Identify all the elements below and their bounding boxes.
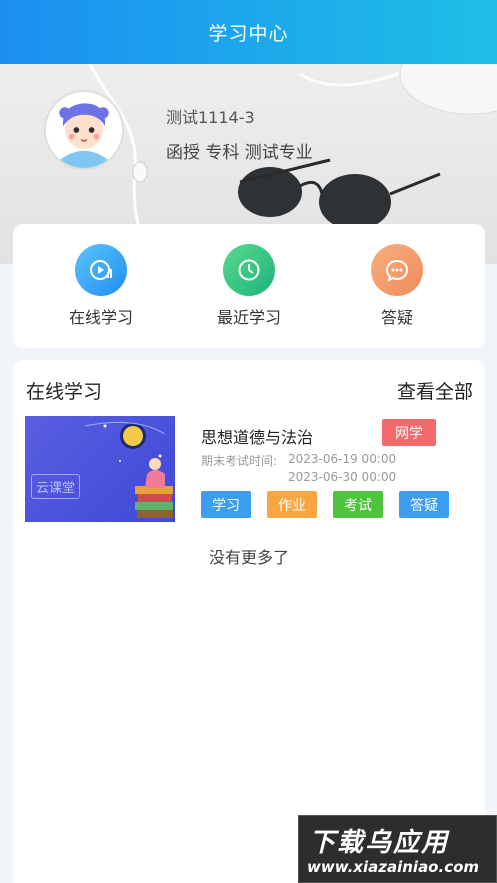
avatar[interactable] [44,90,124,170]
quick-recent-study-label: 最近学习 [216,308,281,327]
course-card[interactable]: 云课堂 思想道德与法治 网学 期末考试时间: 2023-06-19 00:00 … [25,416,475,522]
course-actions: 学习 作业 考试 答疑 [201,491,465,518]
avatar-cartoon-icon [46,92,122,168]
quick-qa-label: 答疑 [380,308,413,327]
quick-online-study-label: 在线学习 [68,308,133,327]
exam-button[interactable]: 考试 [333,491,383,518]
profile-info: 测试1114-3 函授 专科 测试专业 [166,104,313,163]
quick-online-study[interactable]: 在线学习 [41,244,161,328]
exam-end-date: 2023-06-30 00:00 [288,470,397,484]
thumb-brand: 云课堂 [31,474,81,499]
quick-menu: 在线学习 最近学习 答疑 [13,224,485,348]
chat-bubble-icon [371,244,423,296]
section-header: 在线学习 查看全部 [13,360,485,404]
watermark-title: 下载乌应用 [309,828,450,858]
top-bar: 学习中心 [0,0,497,64]
clock-icon [223,244,275,296]
page-title: 学习中心 [208,22,289,45]
course-illustration [84,421,173,518]
homework-button[interactable]: 作业 [267,491,317,518]
online-study-section: 在线学习 查看全部 云课堂 思想道德与法治 网学 期末考试时间: 2023-06… [13,360,485,883]
watermark: 下载乌应用 www.xiazainiao.com [298,815,497,883]
course-tag-badge: 网学 [382,419,436,446]
quick-recent-study[interactable]: 最近学习 [189,244,309,328]
exam-time-label: 期末考试时间: [201,454,278,468]
no-more-text: 没有更多了 [208,548,289,567]
section-title: 在线学习 [26,380,103,403]
sunglasses-icon [238,158,441,230]
play-icon [75,244,127,296]
user-name: 测试1114-3 [166,108,255,127]
quick-qa[interactable]: 答疑 [337,244,457,328]
user-program: 函授 专科 测试专业 [166,143,313,163]
watermark-url: www.xiazainiao.com [307,858,480,876]
study-button[interactable]: 学习 [201,491,251,518]
view-all-link[interactable]: 查看全部 [397,377,473,404]
qa-button[interactable]: 答疑 [399,491,449,518]
course-thumbnail[interactable]: 云课堂 [25,416,175,522]
course-name: 思想道德与法治 [201,428,314,447]
exam-start-date: 2023-06-19 00:00 [288,452,397,466]
app-root: 学习中心 测试1114-3 函授 专科 测试专业 在线学习 最近学习 答疑 在线… [0,0,497,883]
